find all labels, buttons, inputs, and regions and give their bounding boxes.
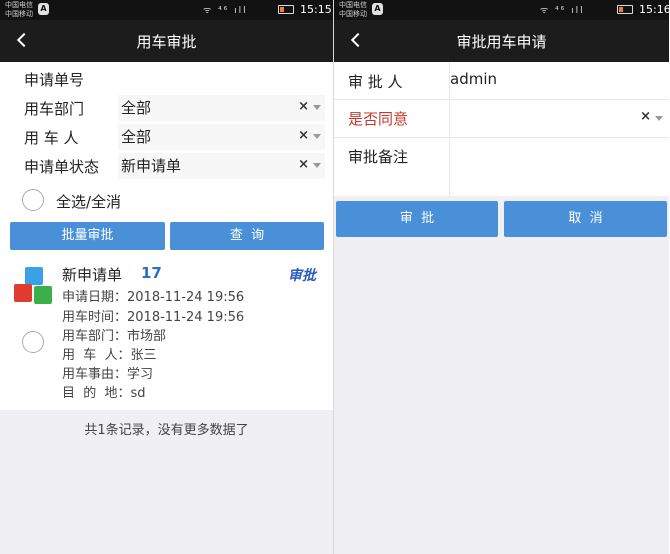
department-value: 全部 xyxy=(121,99,152,117)
remark-textarea[interactable] xyxy=(449,138,669,196)
detail-apply-date: 申请日期：2018-11-24 19:56 xyxy=(62,290,245,305)
field-label: 用 车 人 xyxy=(24,129,79,147)
battery-icon xyxy=(278,5,294,14)
approve-button[interactable]: 审 批 xyxy=(336,201,498,237)
clear-icon[interactable]: × xyxy=(640,109,651,124)
page-title: 用车审批 xyxy=(136,33,197,51)
form-row-user: 用 车 人 全部 × xyxy=(0,122,333,152)
status-value: 新申请单 xyxy=(121,157,182,175)
carrier-line: 中国电信 xyxy=(339,1,367,9)
detail-department: 用车部门：市场部 xyxy=(62,329,167,344)
clear-icon[interactable]: × xyxy=(298,128,309,143)
status-select[interactable]: 新申请单 × xyxy=(118,153,325,179)
clear-icon[interactable]: × xyxy=(298,99,309,114)
agree-label: 是否同意 xyxy=(348,110,409,128)
dropdown-caret-icon[interactable] xyxy=(313,105,321,110)
status-bar: 中国电信 中国移动 A ᯤ ⁴⁶ ıll 15:16 xyxy=(334,0,669,20)
carrier-line: 中国电信 xyxy=(5,1,33,9)
app-notification-icon: A xyxy=(372,3,383,15)
record-status: 新申请单 xyxy=(62,266,123,284)
list-footer: 共1条记录，没有更多数据了 xyxy=(84,423,249,438)
clock: 15:15 xyxy=(300,3,332,16)
search-form: 申请单号 用车部门 全部 × 用 车 人 全部 × 申请单状态 新申请单 × 全… xyxy=(0,62,333,255)
list-item[interactable]: 新申请单 17 审批 申请日期：2018-11-24 19:56 用车时间：20… xyxy=(0,255,333,410)
status-bar: 中国电信 中国移动 A ᯤ ⁴⁶ ıll 15:15 xyxy=(0,0,333,20)
dropdown-caret-icon[interactable] xyxy=(655,116,663,121)
carrier-line: 中国移动 xyxy=(5,10,33,18)
form-row-status: 申请单状态 新申请单 × xyxy=(0,151,333,181)
user-select[interactable]: 全部 × xyxy=(118,124,325,150)
cube-stack-icon xyxy=(14,267,54,307)
clock: 15:16 xyxy=(639,3,669,16)
form-row-department: 用车部门 全部 × xyxy=(0,93,333,123)
carrier-info: 中国电信 中国移动 xyxy=(339,1,367,19)
order-number-input[interactable] xyxy=(118,66,325,92)
approver-value: admin xyxy=(450,70,497,88)
signal-icon: ᯤ ⁴⁶ ıll xyxy=(540,6,585,16)
dropdown-caret-icon[interactable] xyxy=(313,163,321,168)
query-button[interactable]: 查 询 xyxy=(170,222,324,250)
detail-use-time: 用车时间：2018-11-24 19:56 xyxy=(62,310,245,325)
select-all-radio[interactable] xyxy=(22,189,44,211)
field-label: 申请单状态 xyxy=(24,158,100,176)
carrier-info: 中国电信 中国移动 xyxy=(5,1,33,19)
field-label: 申请单号 xyxy=(24,71,85,89)
page-title: 审批用车申请 xyxy=(456,33,547,51)
department-select[interactable]: 全部 × xyxy=(118,95,325,121)
approve-screen: 中国电信 中国移动 A ᯤ ⁴⁶ ıll 15:16 审批用车申请 审 批 人 … xyxy=(333,0,669,554)
select-all-label: 全选/全消 xyxy=(56,193,122,211)
record-count: 17 xyxy=(141,264,162,282)
nav-bar: 审批用车申请 xyxy=(334,20,669,62)
batch-approve-button[interactable]: 批量审批 xyxy=(10,222,165,250)
app-notification-icon: A xyxy=(38,3,49,15)
agree-select[interactable]: × xyxy=(449,100,669,136)
clear-icon[interactable]: × xyxy=(298,157,309,172)
battery-icon xyxy=(617,5,633,14)
nav-bar: 用车审批 xyxy=(0,20,333,62)
list-screen: 中国电信 中国移动 A ᯤ ⁴⁶ ıll 15:15 用车审批 申请单号 用车部… xyxy=(0,0,333,554)
signal-icon: ᯤ ⁴⁶ ıll xyxy=(203,6,248,16)
record-select-radio[interactable] xyxy=(22,331,44,353)
carrier-line: 中国移动 xyxy=(339,10,367,18)
cancel-button[interactable]: 取 消 xyxy=(504,201,667,237)
approve-link[interactable]: 审批 xyxy=(288,265,316,285)
field-label: 用车部门 xyxy=(24,100,85,118)
form-row-order-number: 申请单号 xyxy=(0,64,333,94)
detail-reason: 用车事由：学习 xyxy=(62,367,154,382)
dropdown-caret-icon[interactable] xyxy=(313,134,321,139)
user-value: 全部 xyxy=(121,128,152,146)
approve-form: 审 批 人 admin 是否同意 × 审批备注 xyxy=(334,62,669,196)
remark-label: 审批备注 xyxy=(348,148,409,166)
detail-user: 用 车 人：张三 xyxy=(62,348,157,363)
approver-label: 审 批 人 xyxy=(348,73,403,91)
approver-field: admin xyxy=(449,62,669,98)
screens: 中国电信 中国移动 A ᯤ ⁴⁶ ıll 15:15 用车审批 申请单号 用车部… xyxy=(0,0,670,554)
detail-destination: 目 的 地：sd xyxy=(62,386,146,401)
